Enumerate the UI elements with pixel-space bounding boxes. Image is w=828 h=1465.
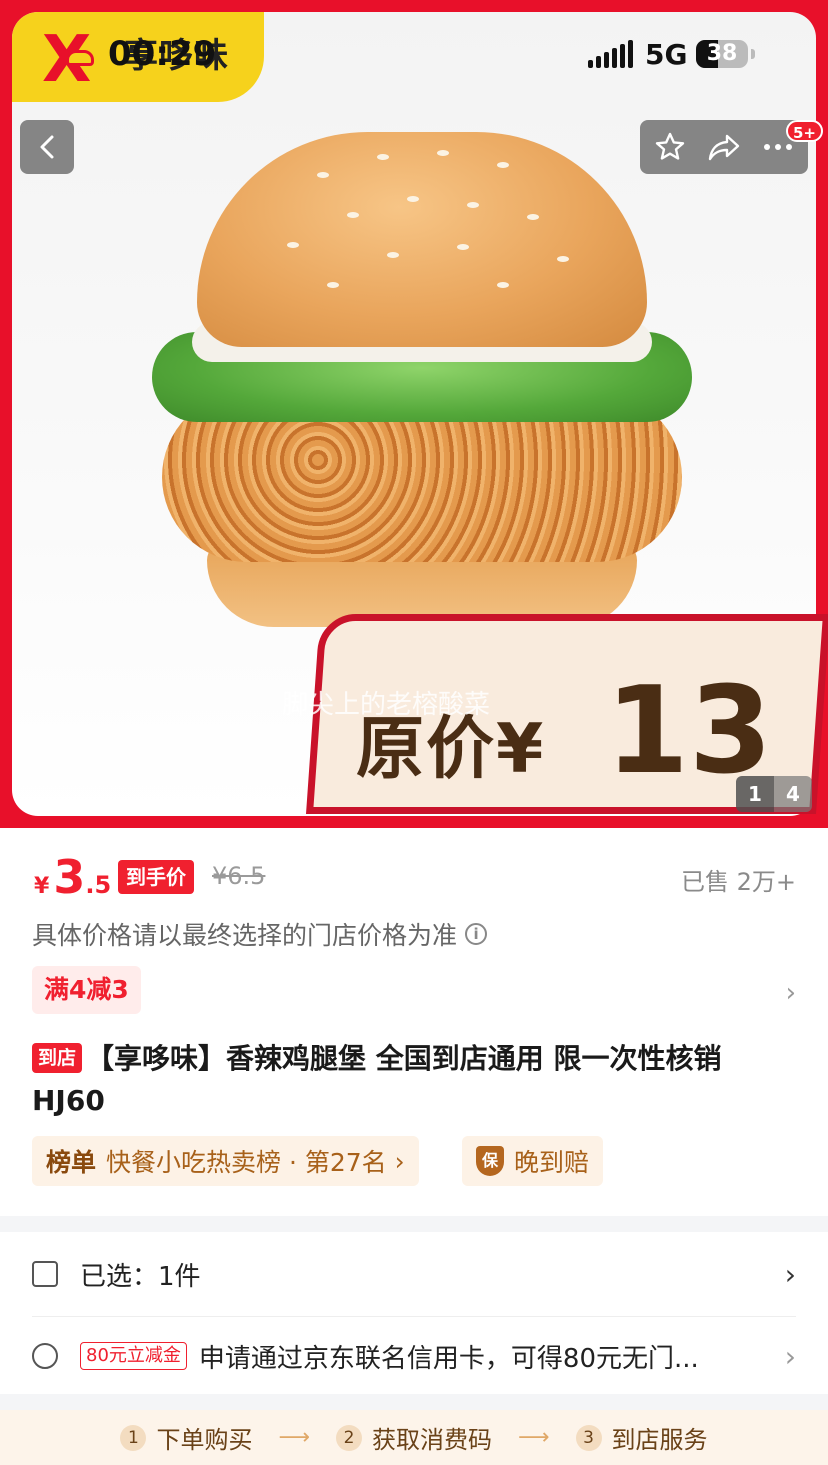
- selected-spec-row[interactable]: 已选：1件: [32, 1254, 796, 1294]
- price-integer: 3: [53, 850, 86, 904]
- product-detail-page: X 享哆味 00:29 5G 38 5+ 原价¥ 13 脚尖: [0, 0, 828, 1465]
- currency-symbol: ¥: [34, 874, 50, 899]
- step-number: 3: [575, 1424, 602, 1451]
- promo-text: 申请通过京东联名信用卡，可得80元无门...: [198, 1343, 699, 1374]
- arrow-right-icon: ⟶: [518, 1425, 550, 1450]
- product-title-text: 【享哆味】香辣鸡腿堡 全国到店通用 限一次性核销 HJ60: [32, 1042, 722, 1117]
- sold-count: 已售 2万+: [680, 868, 796, 896]
- pager-current: 1: [736, 776, 774, 812]
- options-card: 已选：1件 › 80元立减金 申请通过京东联名信用卡，可得80元无门... ›: [0, 1232, 828, 1394]
- current-price: ¥ 3 .5: [34, 850, 111, 904]
- step-number: 1: [120, 1424, 147, 1451]
- step-item: 1 下单购买: [120, 1420, 252, 1455]
- watermark: 脚尖上的老榕酸菜: [282, 690, 491, 720]
- header-actions: [640, 120, 808, 174]
- final-price-tag: 到手价: [118, 860, 194, 894]
- star-icon[interactable]: [654, 131, 686, 163]
- late-compensation-text: 晚到赔: [514, 1148, 590, 1177]
- chevron-left-icon: [40, 135, 54, 159]
- chevron-right-icon[interactable]: ›: [785, 1340, 796, 1373]
- more-icon[interactable]: [762, 142, 794, 152]
- signal-icon: [588, 40, 633, 68]
- product-info-card: ¥ 3 .5 到手价 ¥6.5 已售 2万+ 具体价格请以最终选择的门店价格为准…: [0, 828, 828, 1216]
- price-note[interactable]: 具体价格请以最终选择的门店价格为准 i: [32, 916, 488, 952]
- battery-icon: 38: [696, 40, 755, 68]
- brand-burger-icon: [66, 50, 94, 66]
- price-note-text: 具体价格请以最终选择的门店价格为准: [32, 921, 458, 950]
- step-item: 3 到店服务: [575, 1420, 708, 1455]
- chevron-right-icon: ›: [394, 1146, 405, 1176]
- bun-top: [197, 132, 647, 347]
- ranking-text: 快餐小吃热卖榜 · 第27名: [106, 1148, 387, 1177]
- share-icon[interactable]: [707, 132, 741, 162]
- store-tag: 到店: [32, 1043, 83, 1073]
- divider: [32, 1316, 796, 1317]
- step-label: 获取消费码: [372, 1426, 492, 1454]
- ranking-head: 榜单: [46, 1148, 97, 1177]
- arrow-right-icon: ⟶: [278, 1425, 310, 1450]
- late-compensation-chip[interactable]: 保 晚到赔: [462, 1136, 604, 1186]
- step-label: 下单购买: [156, 1426, 253, 1454]
- step-label: 到店服务: [611, 1426, 708, 1454]
- pager-total: 4: [774, 776, 812, 812]
- checklist-icon: [32, 1261, 58, 1287]
- coupon-tag[interactable]: 满4减3: [32, 966, 141, 1014]
- selected-spec: 已选：1件: [80, 1261, 201, 1292]
- battery-level: 38: [706, 41, 738, 66]
- image-pager: 1 4: [736, 776, 812, 812]
- credit-card-promo-row[interactable]: 80元立减金 申请通过京东联名信用卡，可得80元无门...: [32, 1336, 796, 1376]
- ranking-chip[interactable]: 榜单 快餐小吃热卖榜 · 第27名 ›: [32, 1136, 419, 1186]
- price-banner-text: 原价¥ 13: [356, 662, 772, 801]
- more-badge: 5+: [786, 120, 824, 142]
- chevron-right-icon[interactable]: ›: [785, 1258, 796, 1291]
- step-number: 2: [336, 1424, 362, 1451]
- original-price: ¥6.5: [212, 862, 266, 890]
- info-icon[interactable]: i: [465, 923, 488, 945]
- chevron-right-icon[interactable]: ›: [786, 978, 796, 1008]
- promo-tag: 80元立减金: [80, 1342, 187, 1370]
- discount-icon: [32, 1343, 58, 1369]
- network-type: 5G: [645, 38, 688, 71]
- product-title: 到店 【享哆味】香辣鸡腿堡 全国到店通用 限一次性核销 HJ60: [32, 1038, 796, 1122]
- shield-icon: 保: [476, 1146, 504, 1176]
- back-button[interactable]: [20, 120, 74, 174]
- burger-illustration: [152, 132, 692, 632]
- service-steps: 1 下单购买 ⟶ 2 获取消费码 ⟶ 3 到店服务: [0, 1410, 828, 1465]
- step-item: 2 获取消费码: [336, 1420, 492, 1455]
- status-time: 00:29: [108, 34, 217, 74]
- hero-image-frame: X 享哆味 00:29 5G 38 5+ 原价¥ 13 脚尖: [0, 0, 828, 828]
- price-decimal: .5: [85, 871, 112, 899]
